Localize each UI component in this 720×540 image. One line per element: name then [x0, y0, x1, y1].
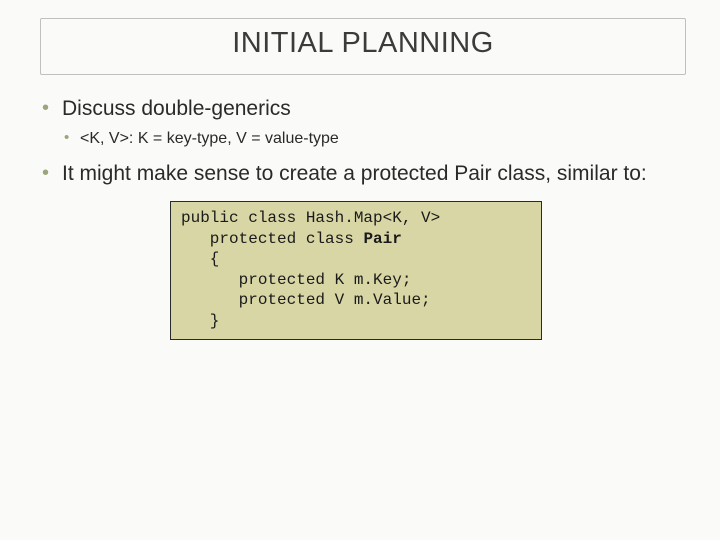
- bullet-item: It might make sense to create a protecte…: [40, 160, 686, 187]
- sub-bullet-item: <K, V>: K = key-type, V = value-type: [62, 128, 686, 150]
- bullet-text: Discuss double-generics: [62, 97, 291, 120]
- bullet-item: Discuss double-generics <K, V>: K = key-…: [40, 95, 686, 150]
- code-line: protected class: [181, 230, 363, 248]
- sub-bullet-text: <K, V>: K = key-type, V = value-type: [80, 130, 339, 147]
- code-line: public class Hash.Map<K, V>: [181, 209, 440, 227]
- code-line: {: [181, 250, 219, 268]
- code-line: }: [181, 312, 219, 330]
- slide-title: INITIAL PLANNING: [51, 27, 675, 60]
- title-bar: INITIAL PLANNING: [40, 18, 686, 75]
- code-line: protected K m.Key;: [181, 271, 411, 289]
- bullet-text: It might make sense to create a protecte…: [62, 162, 647, 185]
- code-block: public class Hash.Map<K, V> protected cl…: [170, 201, 542, 340]
- bullet-list: Discuss double-generics <K, V>: K = key-…: [40, 95, 686, 187]
- code-line: protected V m.Value;: [181, 291, 431, 309]
- slide: INITIAL PLANNING Discuss double-generics…: [0, 0, 720, 540]
- code-bold: Pair: [363, 230, 401, 248]
- sub-bullet-list: <K, V>: K = key-type, V = value-type: [62, 128, 686, 150]
